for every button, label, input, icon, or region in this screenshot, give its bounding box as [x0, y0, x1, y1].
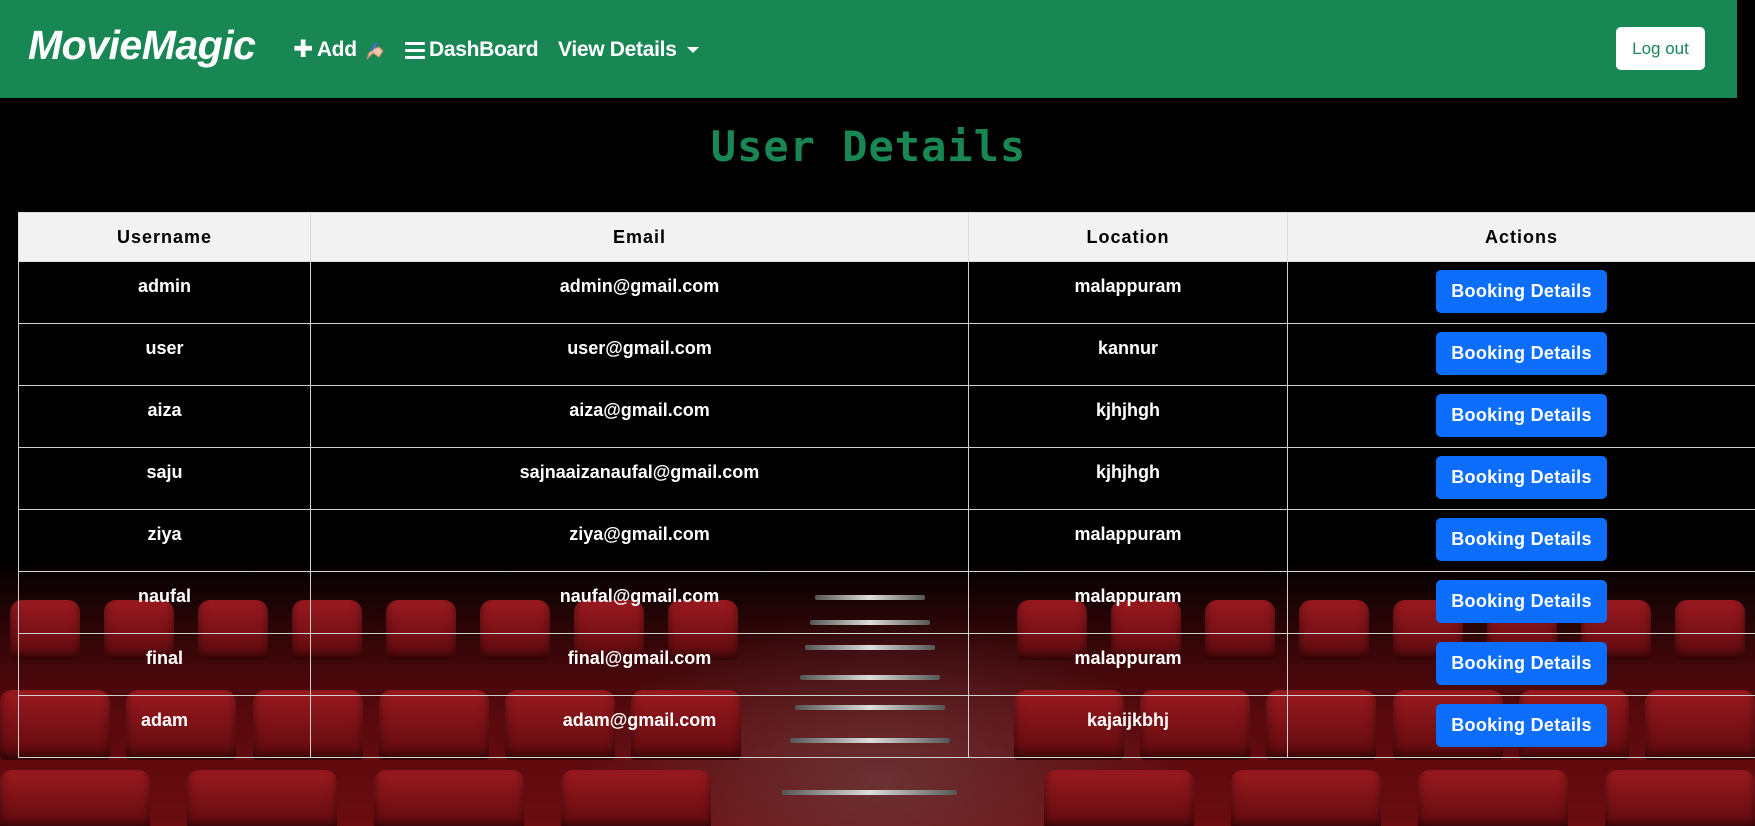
- cell-username: naufal: [18, 571, 311, 634]
- booking-details-button[interactable]: Booking Details: [1436, 270, 1607, 313]
- cell-username: adam: [18, 695, 311, 758]
- cell-location: malappuram: [968, 633, 1288, 696]
- table-row: admin admin@gmail.com malappuram Booking…: [18, 261, 1755, 324]
- booking-details-button[interactable]: Booking Details: [1436, 580, 1607, 623]
- cell-email: ziya@gmail.com: [310, 509, 969, 572]
- booking-details-button[interactable]: Booking Details: [1436, 332, 1607, 375]
- page-title: User Details: [710, 122, 1027, 171]
- seat-row-front: [0, 770, 1755, 826]
- cell-location: kjhjhgh: [968, 447, 1288, 510]
- cell-email: admin@gmail.com: [310, 261, 969, 324]
- cell-actions: Booking Details: [1287, 323, 1755, 386]
- cell-username: aiza: [18, 385, 311, 448]
- header-location: Location: [968, 212, 1288, 262]
- menu-icon: [405, 41, 425, 59]
- booking-details-button[interactable]: Booking Details: [1436, 704, 1607, 747]
- cell-email: sajnaaizanaufal@gmail.com: [310, 447, 969, 510]
- cell-actions: Booking Details: [1287, 509, 1755, 572]
- header-actions: Actions: [1287, 212, 1755, 262]
- plus-icon: ✚: [293, 36, 313, 63]
- booking-details-button[interactable]: Booking Details: [1436, 394, 1607, 437]
- table-row: user user@gmail.com kannur Booking Detai…: [18, 323, 1755, 386]
- cell-actions: Booking Details: [1287, 633, 1755, 696]
- cell-location: malappuram: [968, 571, 1288, 634]
- logout-button[interactable]: Log out: [1616, 27, 1705, 70]
- cell-email: adam@gmail.com: [310, 695, 969, 758]
- cell-username: admin: [18, 261, 311, 324]
- table-row: naufal naufal@gmail.com malappuram Booki…: [18, 571, 1755, 634]
- booking-details-button[interactable]: Booking Details: [1436, 456, 1607, 499]
- cell-actions: Booking Details: [1287, 571, 1755, 634]
- user-details-table: Username Email Location Actions admin ad…: [18, 212, 1755, 758]
- cell-username: saju: [18, 447, 311, 510]
- table-row: ziya ziya@gmail.com malappuram Booking D…: [18, 509, 1755, 572]
- cell-username: ziya: [18, 509, 311, 572]
- cell-email: final@gmail.com: [310, 633, 969, 696]
- table-row: adam adam@gmail.com kajaijkbhj Booking D…: [18, 695, 1755, 758]
- cell-email: naufal@gmail.com: [310, 571, 969, 634]
- cell-location: malappuram: [968, 261, 1288, 324]
- cell-email: aiza@gmail.com: [310, 385, 969, 448]
- cell-actions: Booking Details: [1287, 261, 1755, 324]
- cell-location: malappuram: [968, 509, 1288, 572]
- booking-details-button[interactable]: Booking Details: [1436, 518, 1607, 561]
- cell-location: kannur: [968, 323, 1288, 386]
- caret-down-icon: [686, 47, 699, 53]
- cell-username: final: [18, 633, 311, 696]
- table-header-row: Username Email Location Actions: [18, 212, 1755, 262]
- cell-email: user@gmail.com: [310, 323, 969, 386]
- nav-dashboard-label: DashBoard: [429, 38, 539, 61]
- table-row: aiza aiza@gmail.com kjhjhgh Booking Deta…: [18, 385, 1755, 448]
- cell-location: kjhjhgh: [968, 385, 1288, 448]
- cell-actions: Booking Details: [1287, 447, 1755, 510]
- table-row: final final@gmail.com malappuram Booking…: [18, 633, 1755, 696]
- table-row: saju sajnaaizanaufal@gmail.com kjhjhgh B…: [18, 447, 1755, 510]
- cell-actions: Booking Details: [1287, 385, 1755, 448]
- cell-actions: Booking Details: [1287, 695, 1755, 758]
- nav-view-details-dropdown[interactable]: View Details: [558, 38, 699, 62]
- header-email: Email: [310, 212, 969, 262]
- top-navbar: MovieMagic ✚ Add DashBoard View Details …: [0, 0, 1737, 98]
- booking-details-button[interactable]: Booking Details: [1436, 642, 1607, 685]
- cell-username: user: [18, 323, 311, 386]
- header-username: Username: [18, 212, 311, 262]
- nav-add-link[interactable]: ✚ Add: [293, 38, 385, 62]
- cell-location: kajaijkbhj: [968, 695, 1288, 758]
- writing-hand-icon: [363, 39, 385, 61]
- nav-add-label: Add: [316, 38, 357, 61]
- nav-dashboard-link[interactable]: DashBoard: [405, 38, 539, 62]
- nav-view-details-label: View Details: [558, 38, 677, 61]
- brand-logo[interactable]: MovieMagic: [28, 22, 256, 69]
